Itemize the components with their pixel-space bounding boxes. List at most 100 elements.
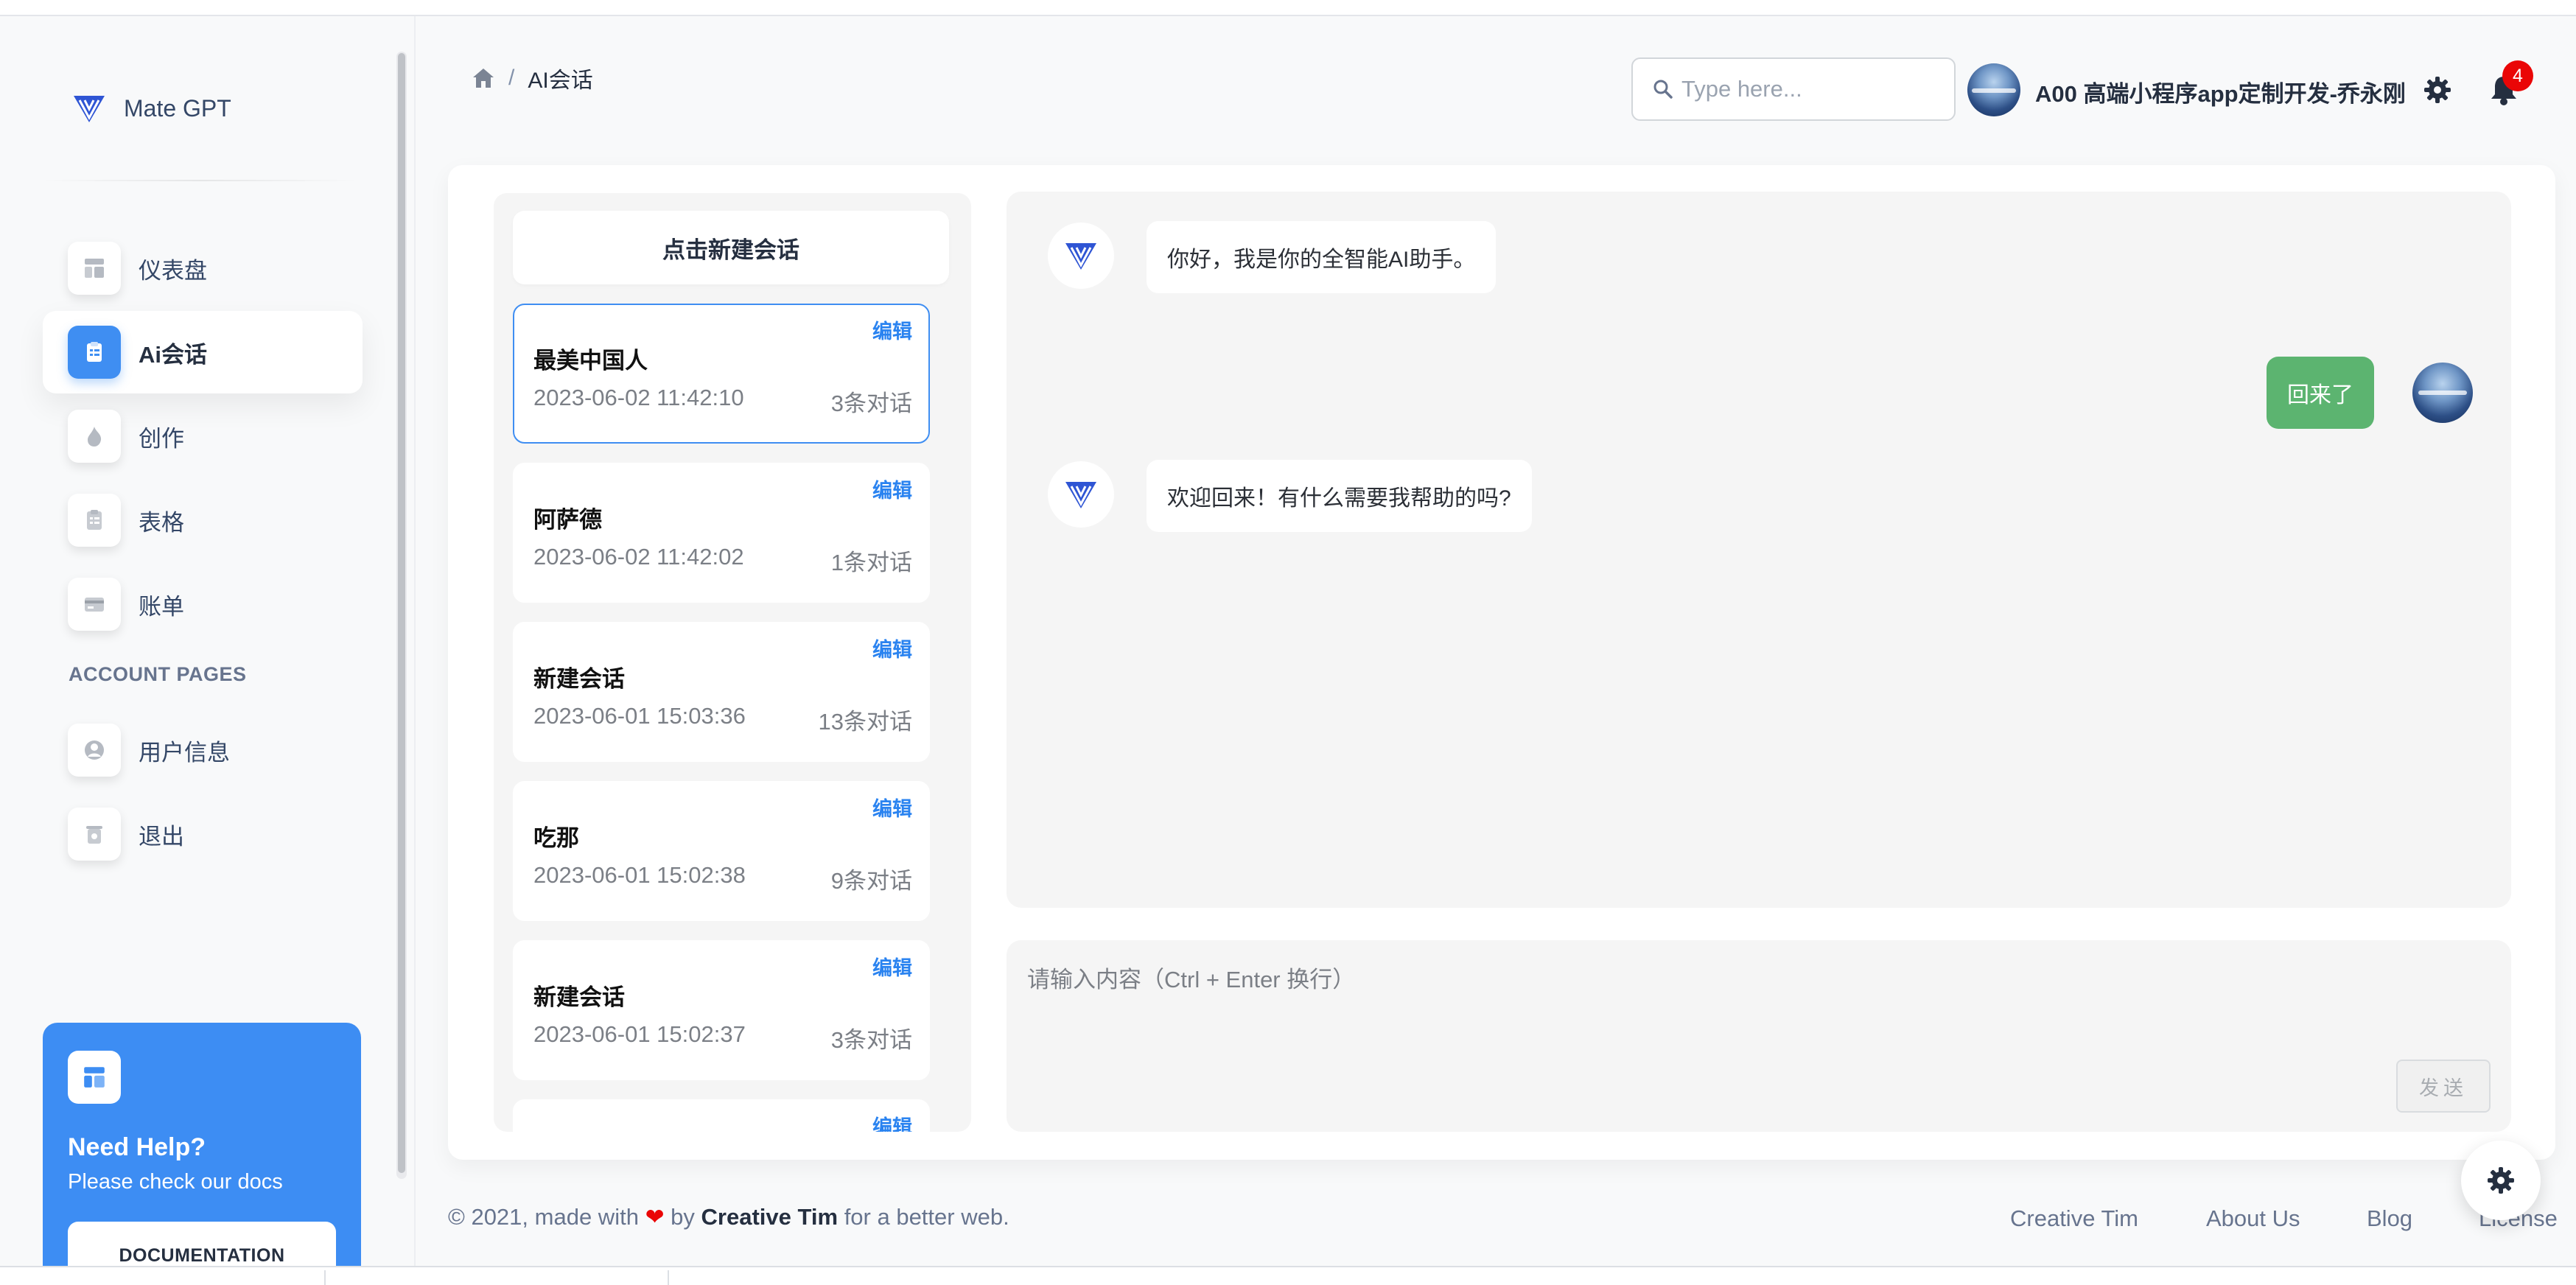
user-avatar — [2412, 363, 2473, 423]
new-conversation-button[interactable]: 点击新建会话 — [513, 211, 949, 284]
assistant-message: 欢迎回来！有什么需要我帮助的吗? — [1147, 460, 1532, 532]
conversation-count: 1条对话 — [830, 550, 912, 575]
sidebar-item-billing[interactable]: 账单 — [43, 563, 363, 645]
conversation-title: 吃那 — [533, 825, 579, 851]
help-card: Need Help? Please check our docs DOCUMEN… — [43, 1023, 361, 1266]
footer-link-creative-tim[interactable]: Creative Tim — [2010, 1205, 2138, 1232]
conversation-count: 9条对话 — [830, 868, 912, 894]
heart-icon: ❤ — [645, 1204, 665, 1230]
user-name[interactable]: A00 高端小程序app定制开发-乔永刚 — [2035, 75, 2406, 108]
edit-link[interactable]: 编辑 — [872, 315, 912, 344]
gear-icon[interactable] — [2421, 74, 2454, 106]
breadcrumb-current: AI会话 — [528, 69, 593, 93]
conversation-count: 13条对话 — [818, 709, 912, 735]
chat-messages: 你好，我是你的全智能AI助手。 回来了 欢迎回来！有什么需要我帮助的吗? — [1007, 192, 2511, 908]
sidebar: Mate GPT 仪表盘 Ai会话 创作 表格 账单 ACCOUNT PAGES — [0, 16, 395, 1266]
conversation-count: 3条对话 — [830, 391, 912, 416]
help-subtitle: Please check our docs — [68, 1170, 283, 1194]
conversation-title: 新建会话 — [533, 666, 625, 692]
section-title-account-pages: ACCOUNT PAGES — [69, 663, 247, 685]
breadcrumb: / AI会话 — [472, 62, 593, 94]
message-input[interactable] — [1027, 961, 2486, 1071]
notification-badge: 4 — [2502, 60, 2533, 91]
fire-icon — [68, 410, 121, 463]
sidebar-divider — [41, 180, 358, 181]
brand-name: Mate GPT — [124, 94, 231, 122]
sidebar-item-label: 仪表盘 — [139, 257, 207, 284]
edit-link[interactable]: 编辑 — [872, 793, 912, 822]
conversation-item[interactable]: 编辑 新建会话 2023-06-01 15:02:37 3条对话 — [513, 940, 930, 1080]
conversation-item[interactable]: 编辑 最美中国人 2023-06-02 11:42:10 3条对话 — [513, 304, 930, 444]
conversation-title: 最美中国人 — [533, 348, 648, 374]
sidebar-item-label: 用户信息 — [139, 739, 230, 766]
sidebar-item-label: 退出 — [139, 823, 184, 850]
sidebar-item-label: 表格 — [139, 509, 184, 536]
footer-link-about-us[interactable]: About Us — [2206, 1205, 2300, 1232]
conversation-item[interactable]: 编辑 阿萨德 2023-06-02 11:42:02 1条对话 — [513, 463, 930, 603]
brand[interactable]: Mate GPT — [71, 90, 231, 127]
dashboard-icon — [68, 1051, 121, 1104]
clipboard-list-icon — [68, 494, 121, 547]
sidebar-edge — [414, 16, 416, 1266]
conversation-item[interactable]: 编辑 — [513, 1099, 930, 1132]
conversation-item[interactable]: 编辑 新建会话 2023-06-01 15:03:36 13条对话 — [513, 622, 930, 762]
assistant-avatar — [1048, 461, 1114, 528]
edit-link[interactable]: 编辑 — [872, 634, 912, 662]
sidebar-item-create[interactable]: 创作 — [43, 395, 363, 477]
sidebar-item-tables[interactable]: 表格 — [43, 479, 363, 561]
conversation-count: 3条对话 — [830, 1027, 912, 1053]
sidebar-item-ai-chat[interactable]: Ai会话 — [43, 311, 363, 393]
sidebar-item-profile[interactable]: 用户信息 — [43, 709, 363, 791]
settings-fab[interactable] — [2461, 1141, 2541, 1220]
documentation-button[interactable]: DOCUMENTATION — [68, 1222, 336, 1266]
search-box[interactable] — [1631, 57, 1956, 121]
mate-gpt-logo-icon — [1065, 482, 1096, 508]
conversation-time: 2023-06-01 15:02:37 — [533, 1021, 746, 1047]
conversation-list[interactable]: 编辑 最美中国人 2023-06-02 11:42:10 3条对话 编辑 阿萨德… — [513, 304, 931, 1132]
conversation-time: 2023-06-01 15:02:38 — [533, 862, 746, 888]
search-input[interactable] — [1681, 76, 1947, 102]
edit-link[interactable]: 编辑 — [872, 475, 912, 503]
conversation-title: 新建会话 — [533, 984, 625, 1010]
avatar[interactable] — [1967, 63, 2020, 116]
breadcrumb-separator: / — [508, 66, 515, 90]
help-title: Need Help? — [68, 1133, 206, 1161]
mate-gpt-logo-icon — [1065, 243, 1096, 270]
sidebar-item-label: 创作 — [139, 425, 184, 452]
browser-top-bar — [0, 0, 2576, 16]
mate-gpt-logo-icon — [74, 96, 105, 122]
sidebar-item-logout[interactable]: 退出 — [43, 793, 363, 875]
message-composer: 发送 — [1007, 940, 2511, 1132]
copyright-prefix: © 2021, made with — [448, 1204, 639, 1230]
conversation-panel: 点击新建会话 编辑 最美中国人 2023-06-02 11:42:10 3条对话… — [494, 193, 971, 1132]
edit-link[interactable]: 编辑 — [872, 1111, 912, 1132]
gear-icon — [2488, 1167, 2514, 1194]
sidebar-item-label: 账单 — [139, 593, 184, 620]
conversation-time: 2023-06-01 15:03:36 — [533, 703, 746, 729]
user-message: 回来了 — [2267, 357, 2374, 429]
dashboard-icon — [68, 242, 121, 295]
sidebar-scrollbar-thumb[interactable] — [398, 53, 405, 1173]
main-card: 点击新建会话 编辑 最美中国人 2023-06-02 11:42:10 3条对话… — [448, 165, 2555, 1160]
clipboard-icon — [68, 326, 121, 379]
copyright-suffix: for a better web. — [844, 1204, 1009, 1230]
footer-link-blog[interactable]: Blog — [2367, 1205, 2412, 1232]
sidebar-item-label: Ai会话 — [139, 341, 207, 368]
home-icon[interactable] — [472, 67, 495, 89]
user-circle-icon — [68, 724, 121, 777]
assistant-avatar — [1048, 223, 1114, 289]
bottom-bar-divider — [324, 1270, 326, 1285]
bottom-bar-divider — [668, 1270, 669, 1285]
conversation-title: 阿萨德 — [533, 507, 602, 533]
send-button[interactable]: 发送 — [2396, 1060, 2491, 1113]
footer-author-link[interactable]: Creative Tim — [701, 1204, 839, 1230]
conversation-item[interactable]: 编辑 吃那 2023-06-01 15:02:38 9条对话 — [513, 781, 930, 921]
assistant-message: 你好，我是你的全智能AI助手。 — [1147, 221, 1497, 293]
conversation-time: 2023-06-02 11:42:02 — [533, 544, 744, 570]
conversation-time: 2023-06-02 11:42:10 — [533, 385, 744, 410]
search-icon — [1653, 80, 1673, 99]
edit-link[interactable]: 编辑 — [872, 952, 912, 981]
trash-icon — [68, 808, 121, 861]
copyright-by: by — [671, 1204, 695, 1230]
sidebar-item-dashboard[interactable]: 仪表盘 — [43, 227, 363, 309]
